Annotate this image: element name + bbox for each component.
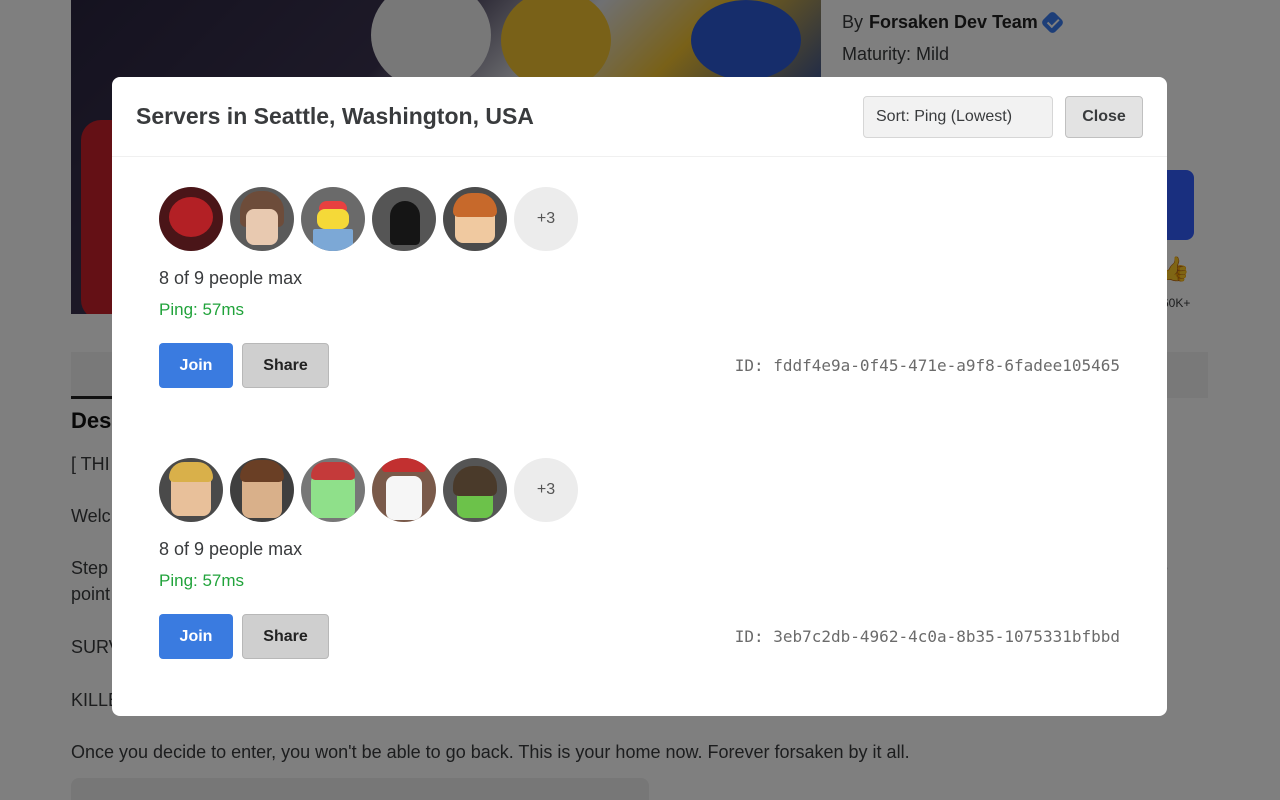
share-button[interactable]: Share bbox=[242, 614, 329, 659]
avatar[interactable] bbox=[159, 187, 223, 251]
server-card: +3 8 of 9 people max Ping: 57ms Join Sha… bbox=[159, 458, 1120, 659]
server-id: ID: 3eb7c2db-4962-4c0a-8b35-1075331bfbbd bbox=[734, 627, 1120, 646]
sort-dropdown[interactable]: Sort: Ping (Lowest) bbox=[863, 95, 1053, 138]
avatar[interactable] bbox=[443, 187, 507, 251]
avatar[interactable] bbox=[372, 458, 436, 522]
join-button[interactable]: Join bbox=[159, 343, 233, 388]
avatar[interactable] bbox=[230, 187, 294, 251]
avatar[interactable] bbox=[301, 458, 365, 522]
server-card: +3 8 of 9 people max Ping: 57ms Join Sha… bbox=[159, 187, 1120, 388]
server-actions: Join Share ID: 3eb7c2db-4962-4c0a-8b35-1… bbox=[159, 614, 1120, 659]
share-button[interactable]: Share bbox=[242, 343, 329, 388]
ping-value: Ping: 57ms bbox=[159, 571, 245, 590]
avatar[interactable] bbox=[372, 187, 436, 251]
ping-value: Ping: 57ms bbox=[159, 300, 245, 319]
more-players-badge: +3 bbox=[514, 458, 578, 522]
avatar[interactable] bbox=[230, 458, 294, 522]
avatar[interactable] bbox=[301, 187, 365, 251]
modal-header: Servers in Seattle, Washington, USA Sort… bbox=[112, 77, 1167, 157]
servers-modal: Servers in Seattle, Washington, USA Sort… bbox=[112, 77, 1167, 716]
avatar[interactable] bbox=[443, 458, 507, 522]
join-button[interactable]: Join bbox=[159, 614, 233, 659]
close-button[interactable]: Close bbox=[1065, 95, 1143, 138]
modal-title: Servers in Seattle, Washington, USA bbox=[136, 103, 534, 129]
player-count: 8 of 9 people max bbox=[159, 539, 303, 559]
player-count: 8 of 9 people max bbox=[159, 268, 303, 288]
more-players-badge: +3 bbox=[514, 187, 578, 251]
avatar[interactable] bbox=[159, 458, 223, 522]
server-id: ID: fddf4e9a-0f45-471e-a9f8-6fadee105465 bbox=[734, 356, 1120, 375]
server-actions: Join Share ID: fddf4e9a-0f45-471e-a9f8-6… bbox=[159, 343, 1120, 388]
player-avatars: +3 bbox=[159, 458, 1120, 522]
player-avatars: +3 bbox=[159, 187, 1120, 251]
